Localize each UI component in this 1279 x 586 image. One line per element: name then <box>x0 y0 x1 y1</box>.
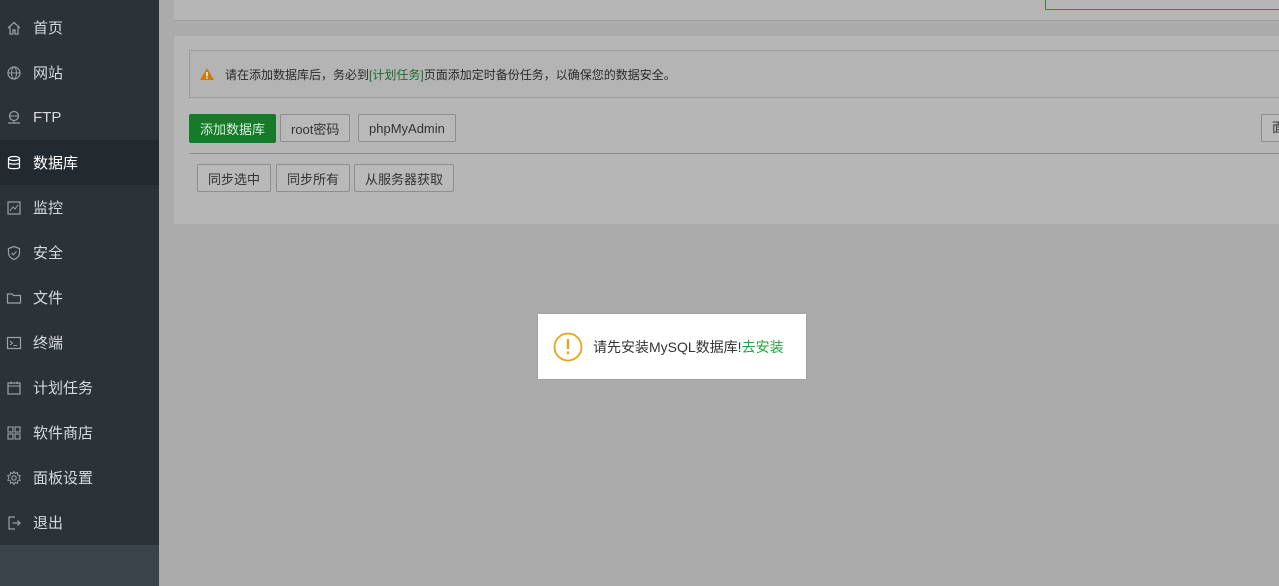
sidebar-item-website[interactable]: 网站 <box>0 50 159 95</box>
sidebar-item-label: 计划任务 <box>33 380 94 397</box>
sidebar-item-database[interactable]: 数据库 <box>0 140 159 185</box>
sidebar-footer <box>0 545 159 586</box>
globe-icon <box>6 65 22 81</box>
database-panel: 请在添加数据库后，务必到 [计划任务] 页面添加定时备份任务，以确保您的数据安全。 … <box>174 36 1279 224</box>
sidebar-item-label: 监控 <box>33 200 64 217</box>
cron-task-link[interactable]: [计划任务] <box>369 66 424 83</box>
sidebar-item-label: 软件商店 <box>33 425 94 442</box>
sidebar-item-logout[interactable]: 退出 <box>0 500 159 545</box>
warning-icon <box>200 68 214 80</box>
sidebar-item-monitor[interactable]: 监控 <box>0 185 159 230</box>
install-mysql-dialog: 请先安装MySQL数据库!去安装 <box>538 314 806 379</box>
sidebar-item-label: 首页 <box>33 20 64 37</box>
sidebar-item-label: 面板设置 <box>33 470 94 487</box>
sidebar-item-label: 数据库 <box>33 155 79 172</box>
calendar-icon <box>6 380 22 396</box>
sidebar-item-terminal[interactable]: 终端 <box>0 320 159 365</box>
sidebar: 首页 网站 FTP 数据库 监控 安全 文件 终端 计划任务 软件商店 面板设置… <box>0 0 159 586</box>
sidebar-item-label: 退出 <box>33 515 64 532</box>
terminal-icon <box>6 335 22 351</box>
search-input[interactable] <box>1045 0 1279 10</box>
apps-icon <box>6 425 22 441</box>
sidebar-item-settings[interactable]: 面板设置 <box>0 455 159 500</box>
shield-icon <box>6 245 22 261</box>
sidebar-item-security[interactable]: 安全 <box>0 230 159 275</box>
sidebar-item-label: 网站 <box>33 65 64 82</box>
gear-icon <box>6 470 22 486</box>
sidebar-item-home[interactable]: 首页 <box>0 5 159 50</box>
sidebar-item-label: 文件 <box>33 290 64 307</box>
go-install-link[interactable]: 去安装 <box>742 339 784 355</box>
monitor-icon <box>6 200 22 216</box>
sidebar-item-cron[interactable]: 计划任务 <box>0 365 159 410</box>
sidebar-item-label: 终端 <box>33 335 64 352</box>
fetch-from-server-button[interactable]: 从服务器获取 <box>354 164 455 192</box>
add-database-button[interactable]: 添加数据库 <box>189 114 277 143</box>
root-password-button[interactable]: root密码 <box>280 114 351 142</box>
toolbar-divider <box>189 153 1279 154</box>
dialog-text: 请先安装MySQL数据库! <box>593 338 742 355</box>
phpmyadmin-button[interactable]: phpMyAdmin <box>358 114 456 142</box>
logout-icon <box>6 515 22 531</box>
ftp-icon <box>6 110 22 126</box>
sidebar-item-label: FTP <box>33 109 62 126</box>
topbar <box>174 0 1279 21</box>
sidebar-item-ftp[interactable]: FTP <box>0 95 159 140</box>
sidebar-item-label: 安全 <box>33 245 64 262</box>
dialog-message: 请先安装MySQL数据库!去安装 <box>593 337 784 357</box>
folder-icon <box>6 290 22 306</box>
sync-all-button[interactable]: 同步所有 <box>276 164 351 192</box>
exclamation-icon <box>553 332 583 361</box>
sidebar-item-files[interactable]: 文件 <box>0 275 159 320</box>
sidebar-item-app-store[interactable]: 软件商店 <box>0 410 159 455</box>
database-icon <box>6 155 22 171</box>
edge-button[interactable]: 面 <box>1261 114 1279 142</box>
alert-text-prefix: 请在添加数据库后，务必到 <box>225 67 370 82</box>
sync-selected-button[interactable]: 同步选中 <box>197 164 272 192</box>
alert-text-suffix: 页面添加定时备份任务，以确保您的数据安全。 <box>423 67 676 82</box>
backup-alert: 请在添加数据库后，务必到 [计划任务] 页面添加定时备份任务，以确保您的数据安全。 <box>189 50 1279 98</box>
home-icon <box>6 20 22 36</box>
